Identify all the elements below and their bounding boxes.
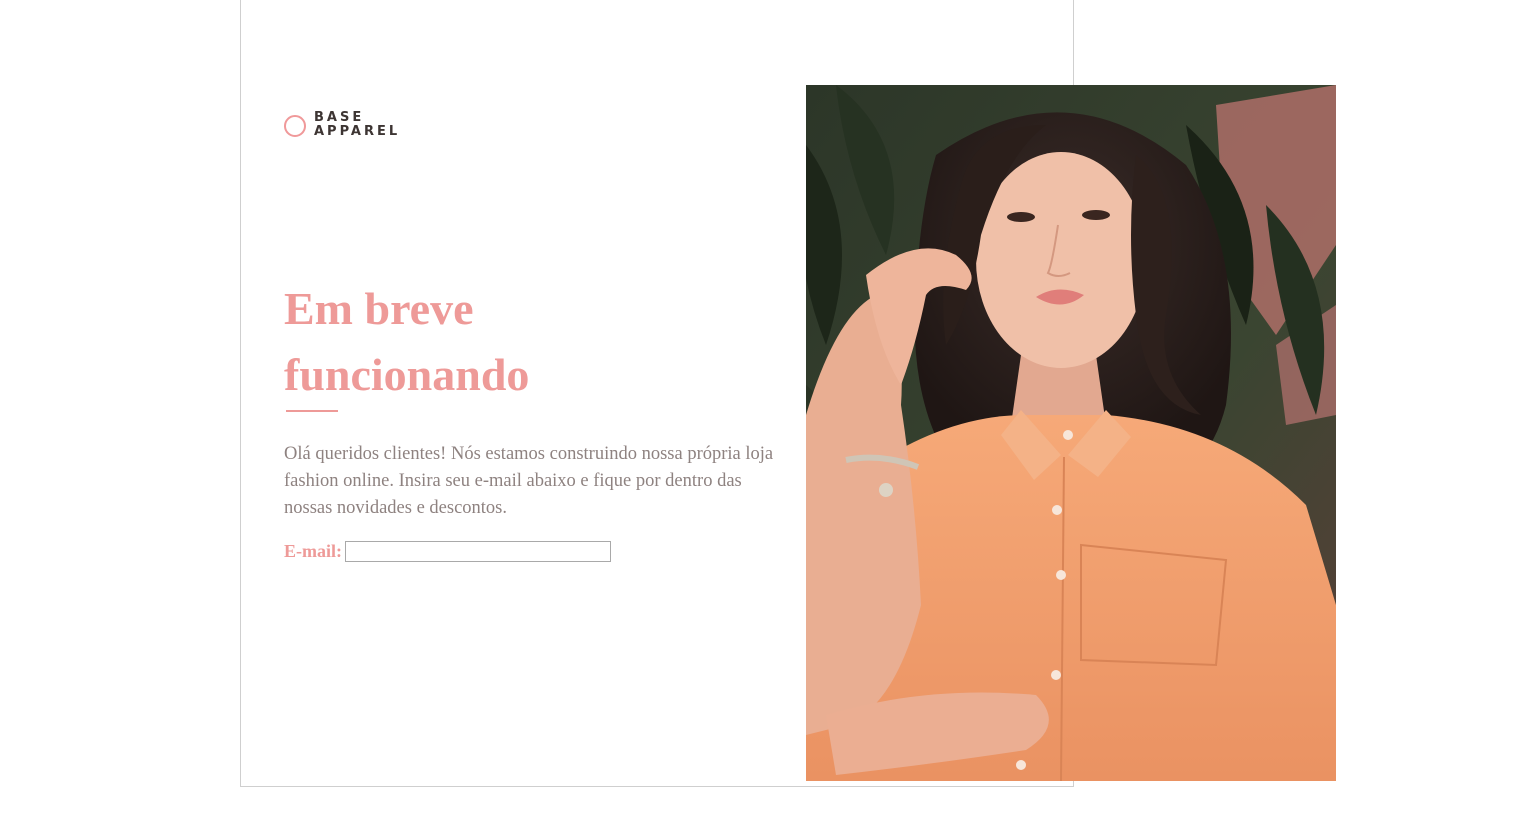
hero-photo: [806, 85, 1336, 781]
page-title: Em breve funcionando: [284, 276, 764, 408]
title-divider: [286, 410, 338, 412]
brand-line-1: BASE: [314, 110, 365, 125]
email-input[interactable]: [345, 541, 611, 562]
title-line-2: funcionando: [284, 349, 530, 400]
circle-logo-icon: [284, 114, 306, 137]
signup-form: E-mail:: [284, 541, 611, 562]
brand-wordmark: BASE APPAREL: [314, 111, 400, 139]
intro-text: Olá queridos clientes! Nós estamos const…: [284, 444, 774, 518]
brand-line-2: APPAREL: [314, 124, 401, 139]
brand-logo[interactable]: BASE APPAREL: [284, 111, 400, 139]
email-label: E-mail:: [284, 541, 342, 561]
title-line-1: Em breve: [284, 283, 474, 334]
